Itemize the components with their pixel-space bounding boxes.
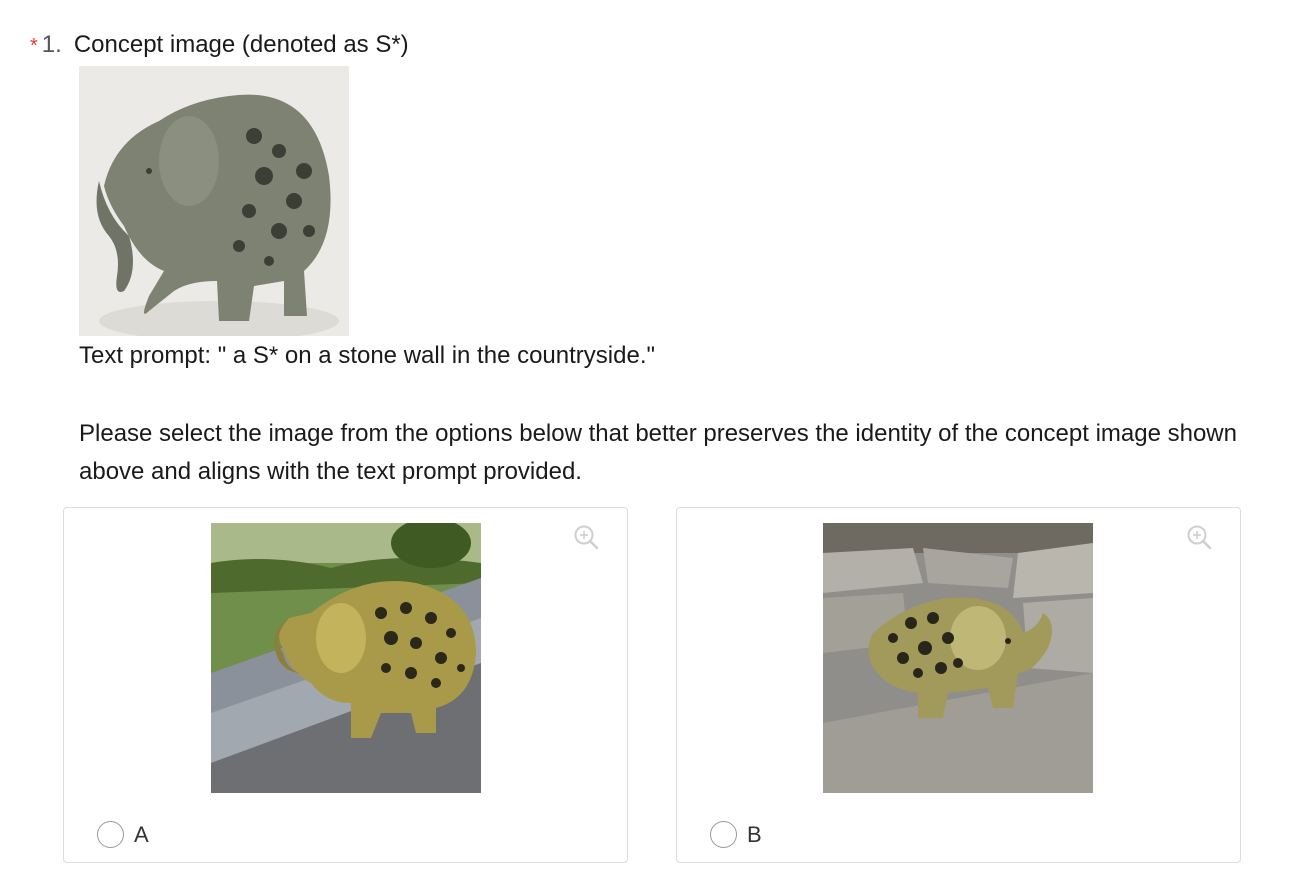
instruction-text: Please select the image from the options… [79, 420, 1237, 485]
question-block: * 1. Concept image (denoted as S*) Text … [0, 0, 1296, 895]
option-card-a[interactable]: A [63, 507, 628, 863]
question-number: 1. [41, 31, 62, 58]
radio-button[interactable] [97, 821, 124, 848]
radio-button[interactable] [710, 821, 737, 848]
question-title: Concept image (denoted as S*) [73, 31, 409, 58]
option-a-image[interactable] [211, 523, 481, 793]
text-prompt: Text prompt: " a S* on a stone wall in t… [79, 342, 655, 369]
option-b-image[interactable] [823, 523, 1093, 793]
concept-image [79, 66, 349, 336]
option-b-radio[interactable]: B [710, 821, 762, 848]
zoom-in-icon[interactable] [573, 524, 599, 550]
required-marker: * [30, 35, 38, 57]
option-a-radio[interactable]: A [97, 821, 149, 848]
option-label: B [747, 821, 762, 847]
question-header: * 1. Concept image (denoted as S*) [30, 31, 409, 63]
option-label: A [134, 821, 149, 847]
option-card-b[interactable]: B [676, 507, 1241, 863]
zoom-in-icon[interactable] [1186, 524, 1212, 550]
